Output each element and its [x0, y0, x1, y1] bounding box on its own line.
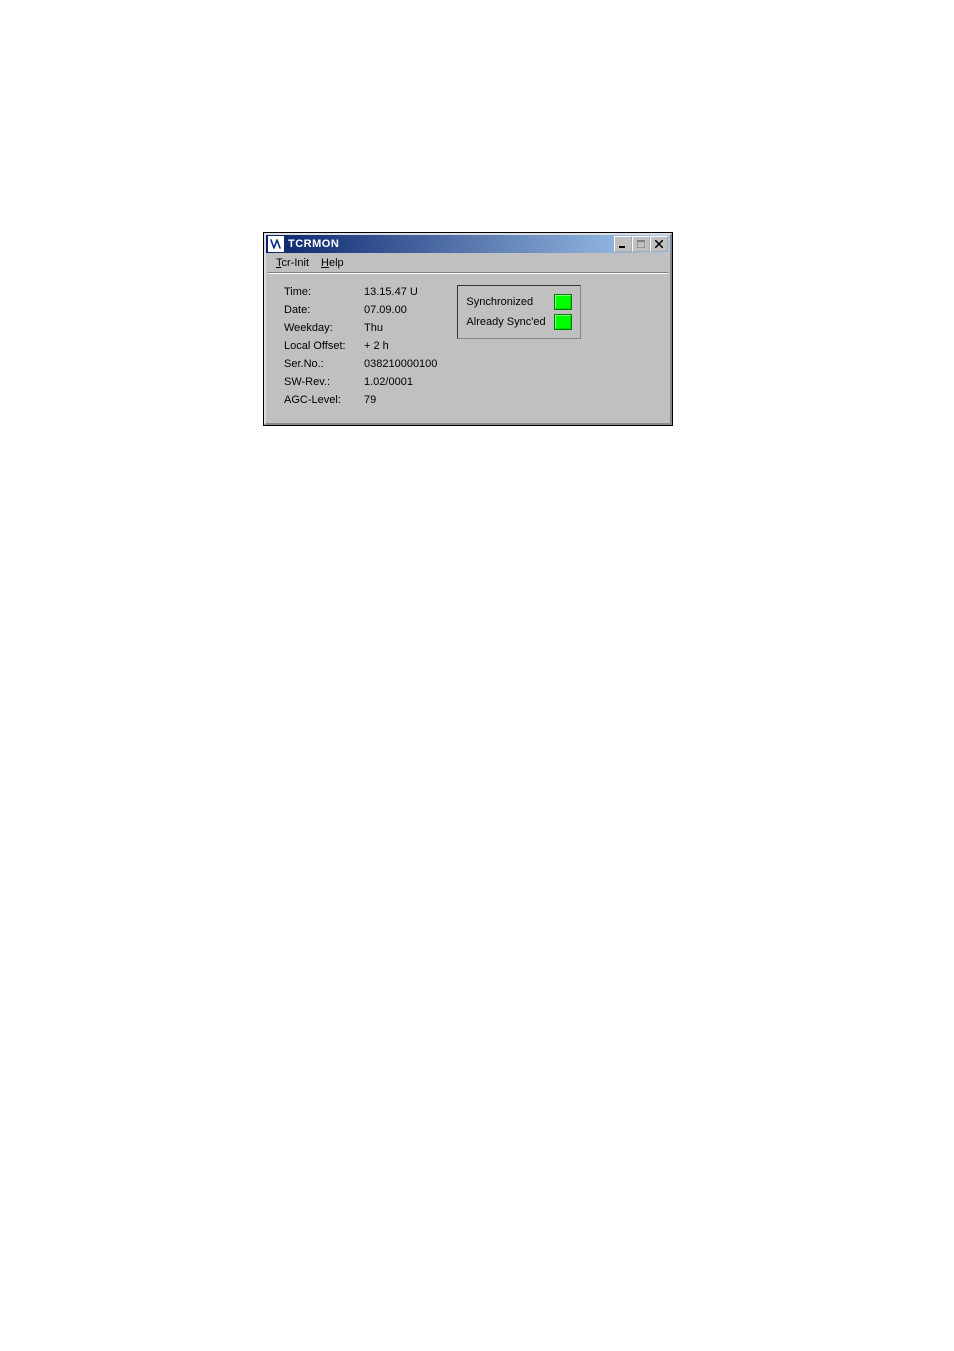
menubar: Tcr-Init Help: [268, 253, 668, 273]
weekday-value: Thu: [360, 319, 441, 337]
app-window: TCRMON Tcr-Init Help Time: 13.15.47 U: [264, 233, 672, 425]
local-offset-value: + 2 h: [360, 337, 441, 355]
row-weekday: Weekday: Thu: [280, 319, 441, 337]
status-synchronized-row: Synchronized: [466, 292, 571, 312]
status-already-synced-label: Already Sync'ed: [466, 316, 545, 328]
menu-tcr-init[interactable]: Tcr-Init: [272, 255, 317, 271]
serno-value: 038210000100: [360, 355, 441, 373]
minimize-button[interactable]: [614, 236, 632, 252]
window-title: TCRMON: [288, 238, 614, 250]
info-table: Time: 13.15.47 U Date: 07.09.00 Weekday:…: [280, 283, 441, 409]
swrev-label: SW-Rev.:: [280, 373, 360, 391]
row-swrev: SW-Rev.: 1.02/0001: [280, 373, 441, 391]
menu-help[interactable]: Help: [317, 255, 352, 271]
status-panel: Synchronized Already Sync'ed: [457, 285, 580, 339]
agc-value: 79: [360, 391, 441, 409]
row-agc: AGC-Level: 79: [280, 391, 441, 409]
date-label: Date:: [280, 301, 360, 319]
status-already-synced-row: Already Sync'ed: [466, 312, 571, 332]
swrev-value: 1.02/0001: [360, 373, 441, 391]
weekday-label: Weekday:: [280, 319, 360, 337]
row-date: Date: 07.09.00: [280, 301, 441, 319]
status-synchronized-label: Synchronized: [466, 296, 533, 308]
app-icon: [268, 236, 284, 252]
row-time: Time: 13.15.47 U: [280, 283, 441, 301]
status-synchronized-led: [554, 294, 572, 310]
titlebar[interactable]: TCRMON: [266, 235, 670, 253]
window-control-buttons: [614, 236, 668, 252]
row-serno: Ser.No.: 038210000100: [280, 355, 441, 373]
maximize-button[interactable]: [632, 236, 650, 252]
agc-label: AGC-Level:: [280, 391, 360, 409]
close-button[interactable]: [650, 236, 668, 252]
local-offset-label: Local Offset:: [280, 337, 360, 355]
row-local-offset: Local Offset: + 2 h: [280, 337, 441, 355]
status-already-synced-led: [554, 314, 572, 330]
time-label: Time:: [280, 283, 360, 301]
date-value: 07.09.00: [360, 301, 441, 319]
client-area: Time: 13.15.47 U Date: 07.09.00 Weekday:…: [266, 273, 670, 423]
serno-label: Ser.No.:: [280, 355, 360, 373]
time-value: 13.15.47 U: [360, 283, 441, 301]
